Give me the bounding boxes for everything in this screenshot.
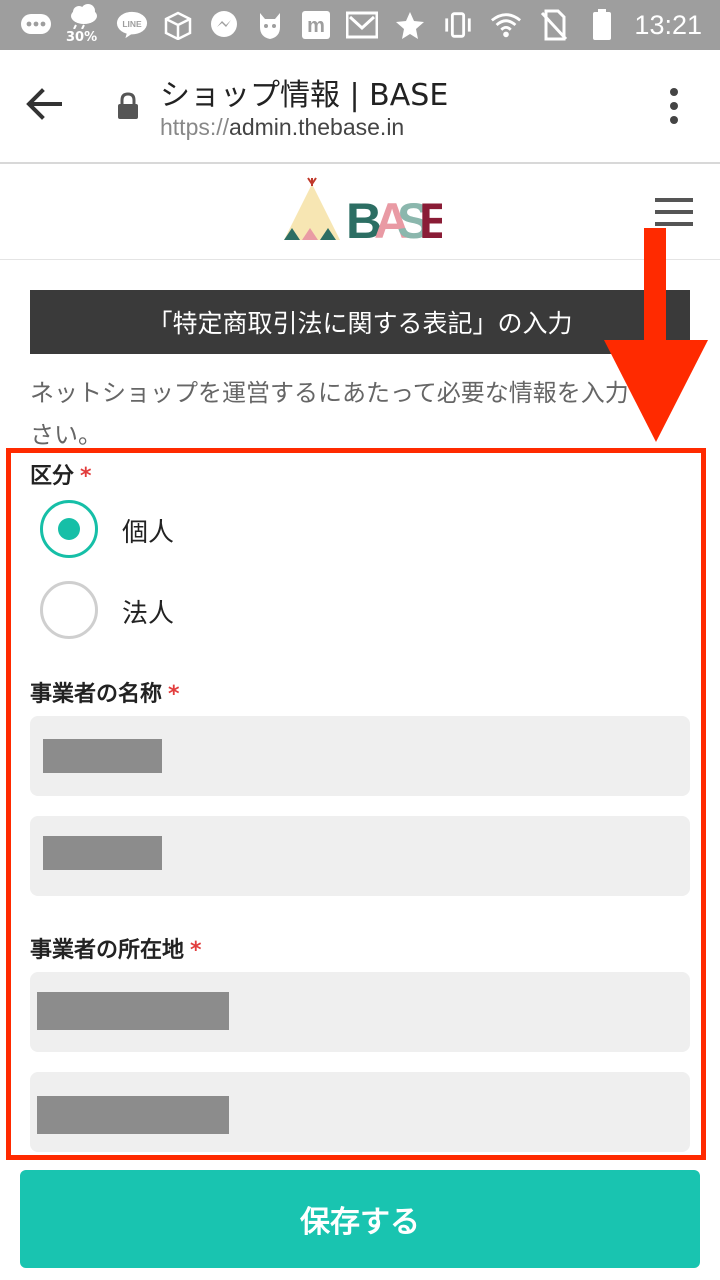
radio-corporation-label[interactable]: 法人: [122, 593, 174, 630]
redacted-value: [43, 836, 162, 870]
classification-label-text: 区分: [30, 464, 75, 489]
svg-text:m: m: [307, 15, 325, 37]
required-mark: *: [168, 682, 180, 707]
required-mark: *: [190, 938, 202, 963]
redacted-value: [43, 739, 162, 773]
required-mark: *: [80, 464, 92, 489]
business-address-label-text: 事業者の所在地: [30, 938, 185, 963]
weather-icon: 30%: [66, 3, 102, 47]
url-host: admin.thebase.in: [229, 114, 405, 140]
battery-saver-pct: 30%: [66, 30, 98, 45]
base-logo[interactable]: B A S E: [282, 174, 452, 249]
url-scheme: https://: [160, 114, 230, 140]
browser-toolbar: ショップ情報 | BASE https://admin.thebase.in: [0, 50, 720, 164]
page-url[interactable]: https://admin.thebase.in: [160, 114, 404, 141]
save-button[interactable]: 保存する: [20, 1170, 700, 1268]
wifi-icon: [490, 9, 522, 41]
radio-individual-label[interactable]: 個人: [122, 512, 174, 549]
package-icon: [162, 9, 194, 41]
no-sim-icon: [538, 9, 570, 41]
messenger-icon: [208, 9, 240, 41]
radio-individual[interactable]: [40, 500, 98, 558]
annotation-down-arrow-icon: [604, 228, 708, 442]
redacted-value: [37, 1096, 229, 1134]
status-time: 13:21: [634, 9, 702, 40]
mail-icon: [346, 9, 378, 41]
hamburger-menu-icon[interactable]: [655, 196, 693, 228]
status-bar: 30% LINE m 13:21: [0, 0, 720, 50]
cat-app-icon: [254, 9, 286, 41]
page-title: ショップ情報 | BASE: [160, 78, 449, 113]
chat-bubble-icon: [20, 9, 52, 41]
svg-text:E: E: [419, 193, 442, 244]
svg-text:LINE: LINE: [122, 19, 142, 29]
business-name-last-input[interactable]: [30, 716, 690, 796]
battery-icon: [586, 9, 618, 41]
vibrate-icon: [442, 9, 474, 41]
prefecture-input[interactable]: [30, 1072, 690, 1152]
overflow-menu-icon[interactable]: [662, 86, 686, 126]
business-name-first-input[interactable]: [30, 816, 690, 896]
m-app-icon: m: [300, 9, 332, 41]
star-icon: [394, 9, 426, 41]
business-name-label-text: 事業者の名称: [30, 682, 163, 707]
business-name-label: 事業者の名称 *: [30, 676, 180, 708]
line-icon: LINE: [116, 9, 148, 41]
business-address-label: 事業者の所在地 *: [30, 932, 202, 964]
lock-icon: [116, 92, 140, 120]
radio-corporation[interactable]: [40, 581, 98, 639]
annotation-highlight-box: [6, 448, 706, 1160]
classification-label: 区分 *: [30, 458, 92, 490]
redacted-value: [37, 992, 229, 1030]
section-intro: ネットショップを運営するにあたって必要な情報を入力ください。: [30, 379, 677, 449]
postal-code-input[interactable]: [30, 972, 690, 1052]
back-arrow-icon[interactable]: [22, 82, 66, 126]
section-heading: 「特定商取引法に関する表記」の入力: [30, 290, 690, 354]
